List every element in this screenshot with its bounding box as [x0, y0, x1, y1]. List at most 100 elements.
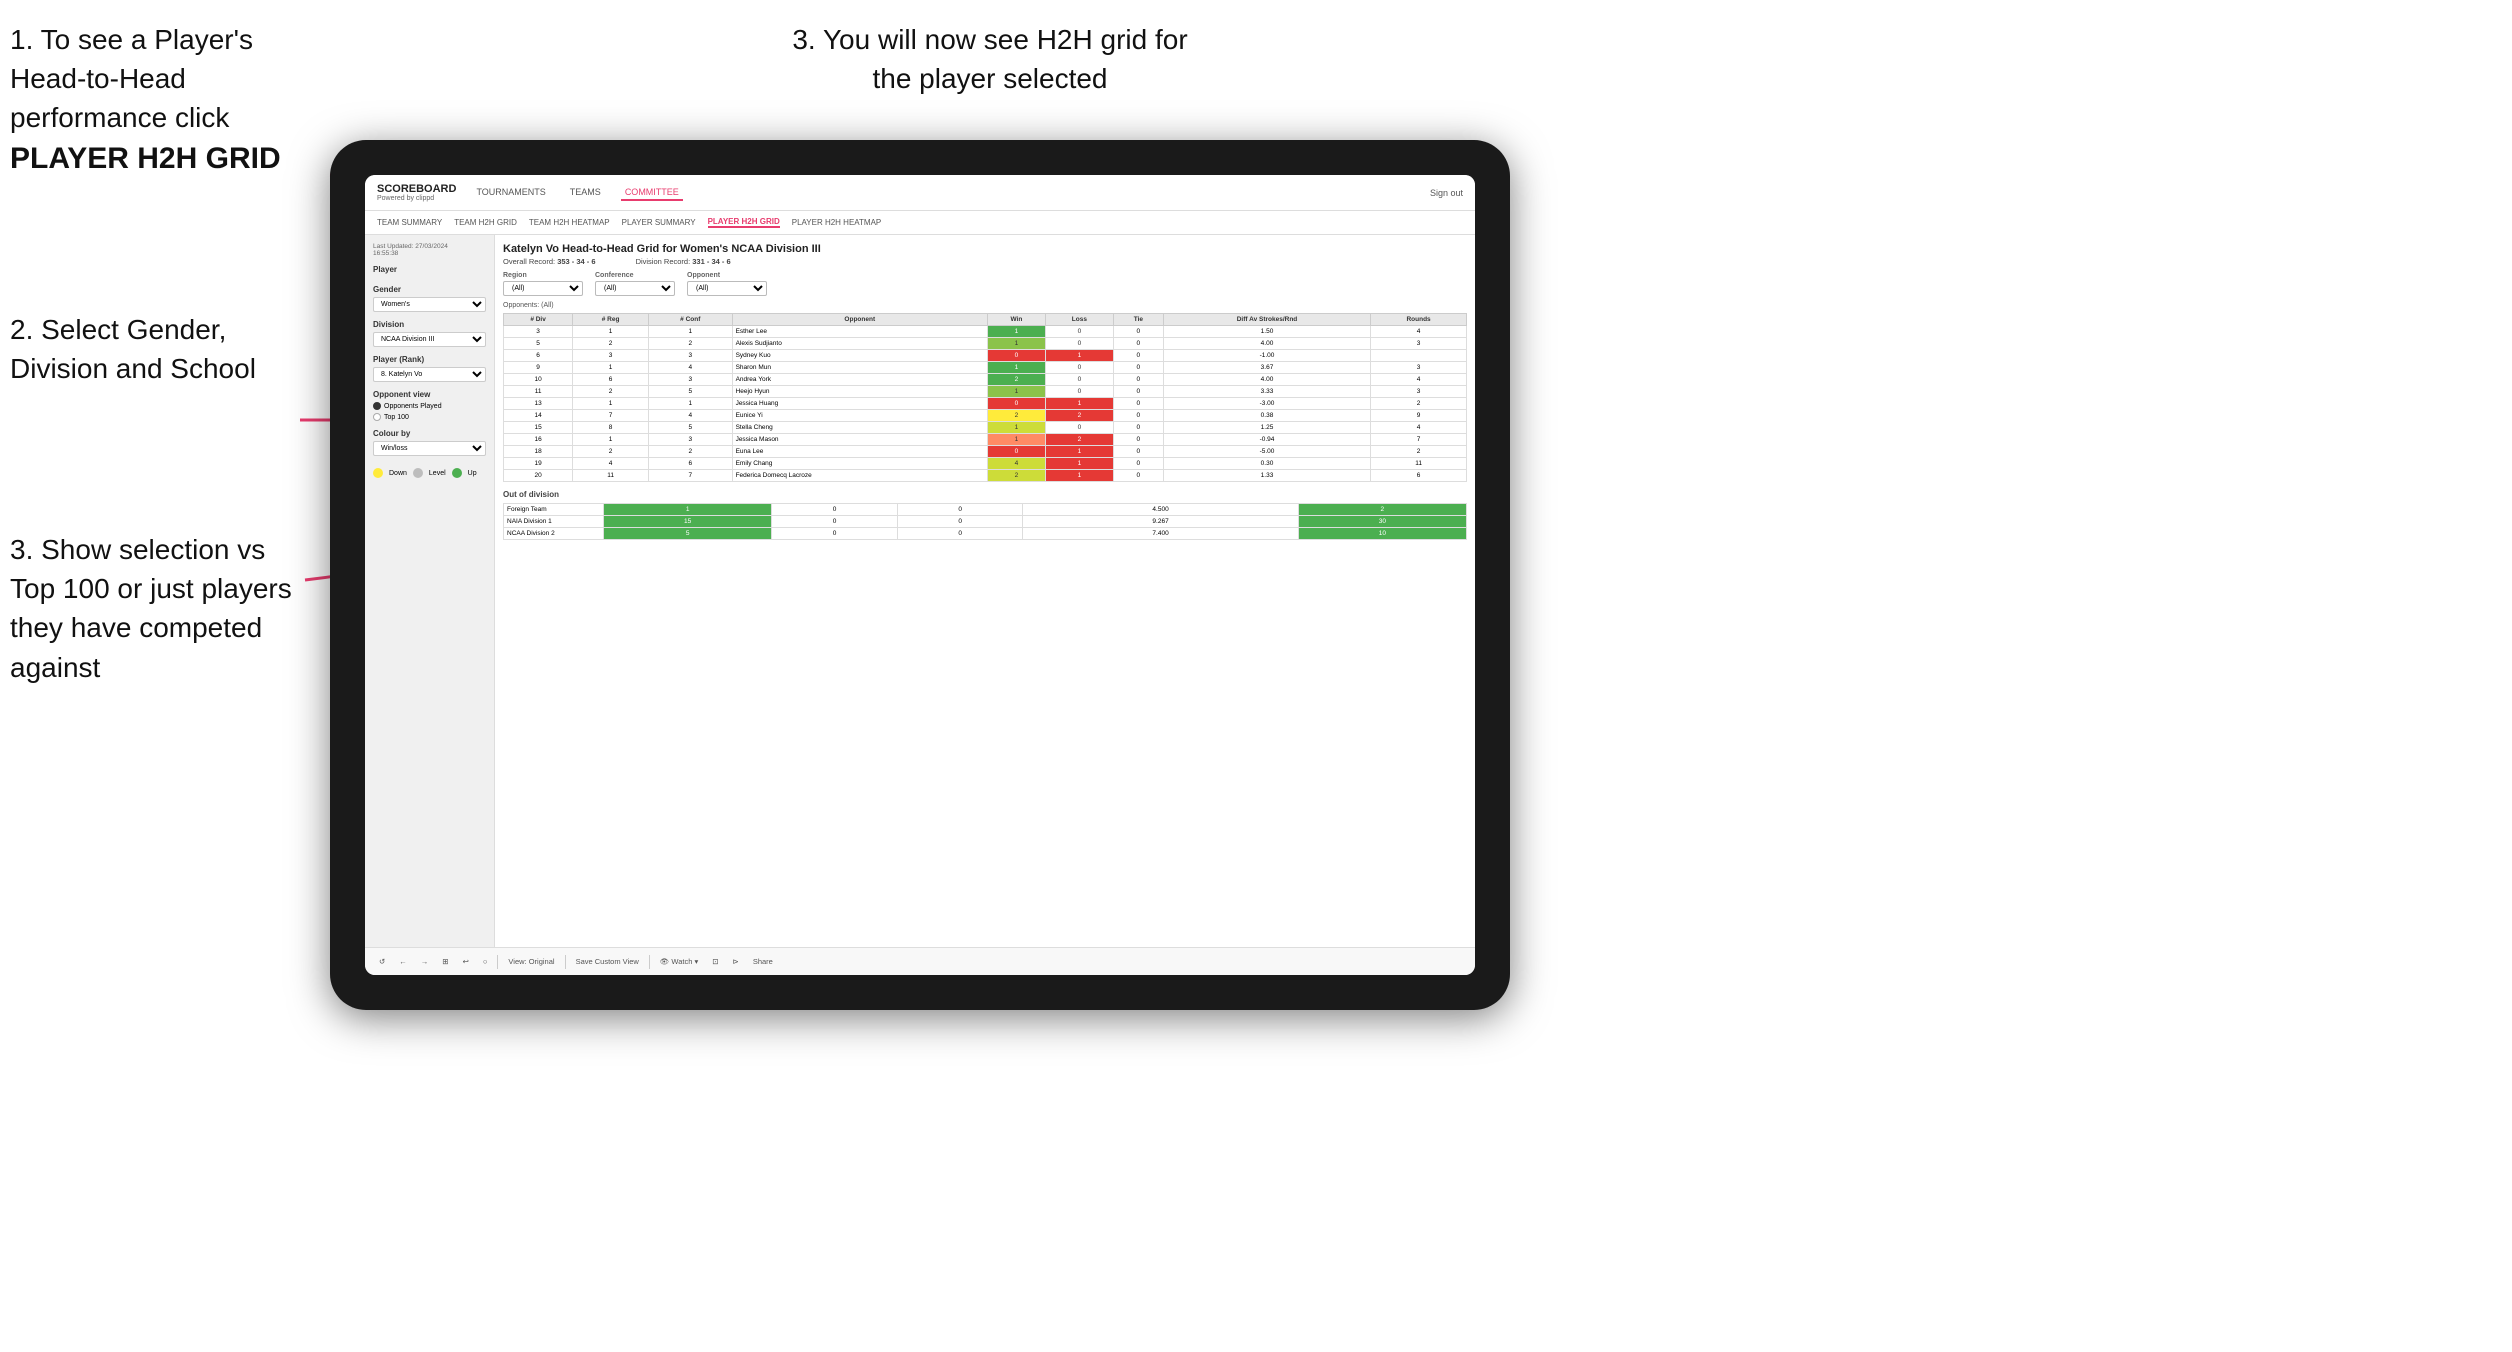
cell-conf: 5	[648, 422, 732, 434]
opponents-value: (All)	[541, 302, 553, 309]
conference-filter-select[interactable]: (All)	[595, 281, 675, 296]
cell-win: 1	[987, 386, 1045, 398]
filter-row: Region (All) Conference (All) Opponent	[503, 272, 1467, 296]
cell-diff: 1.33	[1163, 470, 1370, 482]
cell-conf: 3	[648, 434, 732, 446]
cell-opponent: Esther Lee	[732, 326, 987, 338]
toolbar-forward[interactable]: →	[417, 955, 433, 968]
cell-conf: 7	[648, 470, 732, 482]
toolbar-back[interactable]: ←	[395, 955, 411, 968]
sub-nav-player-h2h-heatmap[interactable]: PLAYER H2H HEATMAP	[792, 218, 882, 227]
conference-filter-group: Conference (All)	[595, 272, 675, 296]
toolbar-undo[interactable]: ↺	[375, 955, 389, 968]
toolbar-view-original[interactable]: View: Original	[504, 955, 558, 968]
cell-loss: 0	[1045, 422, 1113, 434]
player-rank-label: Player (Rank)	[373, 355, 486, 364]
toolbar-icon1[interactable]: ⊡	[708, 955, 722, 968]
cell-opponent: Andrea York	[732, 374, 987, 386]
cell-opponent: Stella Cheng	[732, 422, 987, 434]
toolbar-reset[interactable]: ↩	[459, 955, 473, 968]
instruction-top-left: 1. To see a Player's Head-to-Head perfor…	[10, 20, 330, 180]
nav-teams[interactable]: TEAMS	[566, 185, 605, 201]
sub-nav-team-h2h-heatmap[interactable]: TEAM H2H HEATMAP	[529, 218, 610, 227]
out-of-division-header: Out of division	[503, 490, 1467, 499]
cell-loss: 0	[1045, 362, 1113, 374]
ood-cell-rounds: 30	[1298, 516, 1466, 528]
cell-opponent: Alexis Sudjianto	[732, 338, 987, 350]
ood-cell-name: Foreign Team	[504, 504, 604, 516]
cell-loss: 1	[1045, 350, 1113, 362]
overall-record-value: 353 - 34 - 6	[557, 257, 595, 266]
cell-win: 1	[987, 362, 1045, 374]
sub-nav-team-h2h-grid[interactable]: TEAM H2H GRID	[454, 218, 517, 227]
cell-rounds: 9	[1371, 410, 1467, 422]
cell-loss: 1	[1045, 446, 1113, 458]
toolbar-save-view[interactable]: Save Custom View	[572, 955, 643, 968]
cell-opponent: Heejo Hyun	[732, 386, 987, 398]
col-reg: # Reg	[573, 314, 649, 326]
cell-conf: 6	[648, 458, 732, 470]
nav-committee[interactable]: COMMITTEE	[621, 185, 683, 201]
cell-tie: 0	[1113, 338, 1163, 350]
col-diff: Diff Av Strokes/Rnd	[1163, 314, 1370, 326]
sub-nav-team-summary[interactable]: TEAM SUMMARY	[377, 218, 442, 227]
cell-loss: 1	[1045, 470, 1113, 482]
cell-div: 16	[504, 434, 573, 446]
player-rank-select[interactable]: 8. Katelyn Vo	[373, 367, 486, 382]
left-panel: Last Updated: 27/03/2024 16:55:38 Player…	[365, 235, 495, 947]
cell-reg: 3	[573, 350, 649, 362]
opponent-filter-select[interactable]: (All)	[687, 281, 767, 296]
cell-diff: 1.25	[1163, 422, 1370, 434]
toolbar-icon2[interactable]: ⊳	[729, 955, 743, 968]
legend-dot-level	[413, 468, 423, 478]
gender-select[interactable]: Women's	[373, 297, 486, 312]
ood-cell-name: NAIA Division 1	[504, 516, 604, 528]
opponent-filter-group: Opponent (All)	[687, 272, 767, 296]
cell-opponent: Eunice Yi	[732, 410, 987, 422]
sub-nav-player-summary[interactable]: PLAYER SUMMARY	[622, 218, 696, 227]
legend-dot-up	[452, 468, 462, 478]
cell-win: 1	[987, 422, 1045, 434]
radio-opponents-played[interactable]: Opponents Played	[373, 402, 486, 410]
cell-tie: 0	[1113, 362, 1163, 374]
table-row: 15 8 5 Stella Cheng 1 0 0 1.25 4	[504, 422, 1467, 434]
table-row: 11 2 5 Heejo Hyun 1 0 0 3.33 3	[504, 386, 1467, 398]
cell-div: 3	[504, 326, 573, 338]
toolbar-watch[interactable]: 👁 Watch ▾	[656, 955, 702, 968]
table-row: 5 2 2 Alexis Sudjianto 1 0 0 4.00 3	[504, 338, 1467, 350]
colour-by-select[interactable]: Win/loss	[373, 441, 486, 456]
table-row: 10 6 3 Andrea York 2 0 0 4.00 4	[504, 374, 1467, 386]
cell-conf: 4	[648, 410, 732, 422]
ood-table-row: NAIA Division 1 15 0 0 9.267 30	[504, 516, 1467, 528]
cell-win: 0	[987, 446, 1045, 458]
division-select[interactable]: NCAA Division III	[373, 332, 486, 347]
toolbar-circle[interactable]: ○	[479, 955, 492, 968]
cell-win: 2	[987, 374, 1045, 386]
instruction-text-1: 1. To see a Player's Head-to-Head perfor…	[10, 24, 253, 133]
ood-cell-tie: 0	[897, 516, 1023, 528]
cell-reg: 2	[573, 338, 649, 350]
instruction-text-4: 3. Show selection vs Top 100 or just pla…	[10, 534, 292, 683]
nav-tournaments[interactable]: TOURNAMENTS	[472, 185, 549, 201]
region-filter-select[interactable]: (All)	[503, 281, 583, 296]
cell-diff: 1.50	[1163, 326, 1370, 338]
instruction-top-right: 3. You will now see H2H grid for the pla…	[780, 20, 1200, 98]
cell-loss: 1	[1045, 398, 1113, 410]
cell-opponent: Emily Chang	[732, 458, 987, 470]
cell-tie: 0	[1113, 458, 1163, 470]
radio-top100[interactable]: Top 100	[373, 413, 486, 421]
toolbar-grid[interactable]: ⊞	[438, 955, 452, 968]
colour-by-label: Colour by	[373, 429, 486, 438]
ood-cell-rounds: 2	[1298, 504, 1466, 516]
cell-opponent: Sydney Kuo	[732, 350, 987, 362]
nav-sign-out[interactable]: Sign out	[1430, 188, 1463, 198]
cell-conf: 4	[648, 362, 732, 374]
toolbar-share[interactable]: Share	[749, 955, 777, 968]
cell-win: 0	[987, 350, 1045, 362]
cell-reg: 2	[573, 386, 649, 398]
out-of-division-table: Foreign Team 1 0 0 4.500 2 NAIA Division…	[503, 503, 1467, 540]
toolbar-sep-1	[497, 955, 498, 969]
sub-nav-player-h2h-grid[interactable]: PLAYER H2H GRID	[708, 217, 780, 228]
cell-opponent: Federica Domecq Lacroze	[732, 470, 987, 482]
col-tie: Tie	[1113, 314, 1163, 326]
